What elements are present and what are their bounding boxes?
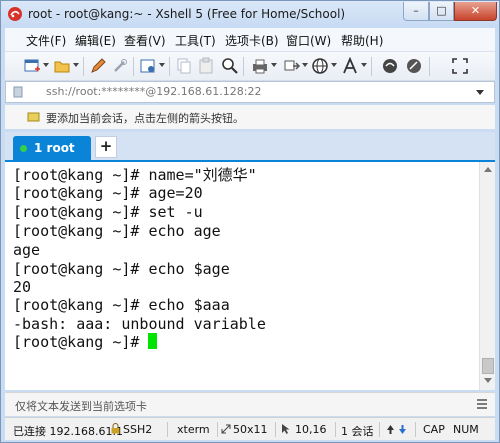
terminal-line: [root@kang ~]# echo $aaa	[13, 296, 230, 314]
terminal-line: age	[13, 241, 41, 259]
add-tab-button[interactable]: +	[95, 136, 117, 158]
maximize-button[interactable]: □	[429, 2, 454, 21]
fullscreen-icon[interactable]	[451, 57, 469, 75]
compose-bar[interactable]: 仅将文本发送到当前选项卡	[5, 392, 495, 416]
terminal-line: -bash: aaa: unbound variable	[13, 315, 266, 333]
terminal-line: [root@kang ~]# echo age	[13, 222, 221, 240]
new-session-icon[interactable]	[23, 57, 41, 75]
terminal-cursor	[148, 333, 158, 349]
cursor-position-icon	[282, 424, 290, 434]
xmanager-icon[interactable]	[405, 57, 423, 75]
print-icon[interactable]	[251, 57, 269, 75]
address-bar[interactable]: ssh://root:********@192.168.61.128:22	[5, 81, 495, 103]
menu-help[interactable]: 帮助(H)	[341, 32, 383, 49]
arrow-hint-icon[interactable]	[27, 111, 41, 123]
close-button[interactable]: ✕	[454, 2, 497, 21]
print-dropdown-icon[interactable]	[271, 63, 277, 67]
address-input[interactable]: ssh://root:********@192.168.61.128:22	[46, 85, 262, 98]
status-terminal-type: xterm	[177, 423, 210, 436]
status-divider	[217, 422, 218, 437]
transfer-icon[interactable]	[283, 57, 301, 75]
tool-icon[interactable]	[111, 57, 129, 75]
bookmark-icon[interactable]	[12, 86, 24, 98]
tab-bar: 1 root +	[5, 132, 495, 162]
terminal-line: [root@kang ~]# age=20	[13, 184, 203, 202]
status-size: 50x11	[233, 423, 268, 436]
scroll-up-arrow-icon[interactable]	[484, 167, 492, 172]
xftp-icon[interactable]	[381, 57, 399, 75]
menu-tools[interactable]: 工具(T)	[175, 32, 216, 49]
open-folder-icon[interactable]	[53, 57, 71, 75]
transfer-dropdown-icon[interactable]	[302, 63, 308, 67]
terminal-scrollbar[interactable]	[479, 162, 495, 390]
compose-menu-icon[interactable]	[475, 397, 489, 411]
new-session-dropdown-icon[interactable]	[43, 63, 49, 67]
menu-tabs[interactable]: 选项卡(B)	[225, 32, 279, 49]
font-icon[interactable]	[341, 57, 359, 75]
globe-dropdown-icon[interactable]	[331, 63, 337, 67]
find-icon[interactable]	[221, 57, 239, 75]
status-num: NUM	[453, 423, 479, 436]
open-dropdown-icon[interactable]	[73, 63, 79, 67]
toolbar	[5, 52, 495, 81]
status-divider	[379, 422, 380, 437]
status-divider	[335, 422, 336, 437]
toolbar-divider	[133, 57, 134, 76]
upload-arrow-icon	[387, 425, 394, 434]
hint-text: 要添加当前会话，点击左侧的箭头按钮。	[46, 112, 244, 125]
menu-window[interactable]: 窗口(W)	[286, 32, 331, 49]
status-protocol: SSH2	[123, 423, 153, 436]
address-dropdown-icon[interactable]	[476, 90, 484, 95]
paste-icon[interactable]	[197, 57, 215, 75]
toolbar-divider	[169, 57, 170, 76]
window-title: root - root@kang:~ - Xshell 5 (Free for …	[28, 7, 346, 21]
minimize-button[interactable]: –	[403, 2, 429, 21]
size-icon	[221, 424, 231, 434]
scroll-down-arrow-icon[interactable]	[484, 378, 492, 383]
menu-file[interactable]: 文件(F)	[26, 32, 66, 49]
connected-indicator-icon	[20, 145, 27, 152]
properties-icon[interactable]	[139, 57, 157, 75]
status-divider	[415, 422, 416, 437]
title-bar[interactable]: root - root@kang:~ - Xshell 5 (Free for …	[1, 1, 499, 28]
font-dropdown-icon[interactable]	[361, 63, 367, 67]
status-divider	[167, 422, 168, 437]
globe-icon[interactable]	[311, 57, 329, 75]
status-divider	[275, 422, 276, 437]
terminal-line: [root@kang ~]# name="刘德华"	[13, 166, 257, 184]
edit-icon[interactable]	[89, 57, 107, 75]
status-cursor-position: 10,16	[295, 423, 327, 436]
toolbar-divider	[243, 57, 244, 76]
download-arrow-icon	[399, 425, 406, 434]
status-bar: 已连接 192.168.61.1 SSH2 xterm 50x11 10,16 …	[5, 417, 495, 440]
terminal-prompt: [root@kang ~]#	[13, 333, 149, 351]
terminal-line: [root@kang ~]# set -u	[13, 203, 203, 221]
status-connection: 已连接 192.168.61.1	[13, 425, 123, 438]
terminal-area[interactable]: [root@kang ~]# name="刘德华" [root@kang ~]#…	[5, 162, 479, 390]
compose-input[interactable]: 仅将文本发送到当前选项卡	[15, 398, 147, 414]
scroll-thumb[interactable]	[482, 358, 494, 374]
status-sessions: 1 会话	[341, 425, 374, 438]
xshell-logo-icon	[8, 7, 22, 21]
terminal-line: [root@kang ~]# echo $age	[13, 260, 230, 278]
properties-dropdown-icon[interactable]	[159, 63, 165, 67]
status-caps: CAP	[423, 423, 445, 436]
toolbar-divider	[83, 57, 84, 76]
toolbar-divider	[429, 57, 430, 76]
tab-label: 1 root	[34, 141, 75, 155]
menu-bar: 文件(F) 编辑(E) 查看(V) 工具(T) 选项卡(B) 窗口(W) 帮助(…	[5, 28, 495, 52]
toolbar-divider	[371, 57, 372, 76]
lock-icon	[111, 423, 120, 434]
copy-icon[interactable]	[175, 57, 193, 75]
menu-edit[interactable]: 编辑(E)	[75, 32, 116, 49]
tab-root[interactable]: 1 root	[13, 136, 91, 162]
xshell-window: root - root@kang:~ - Xshell 5 (Free for …	[0, 0, 500, 443]
menu-view[interactable]: 查看(V)	[124, 32, 166, 49]
terminal-line: 20	[13, 278, 32, 296]
terminal-prompt-line: [root@kang ~]#	[13, 333, 158, 351]
hint-bar: 要添加当前会话，点击左侧的箭头按钮。	[5, 105, 495, 129]
